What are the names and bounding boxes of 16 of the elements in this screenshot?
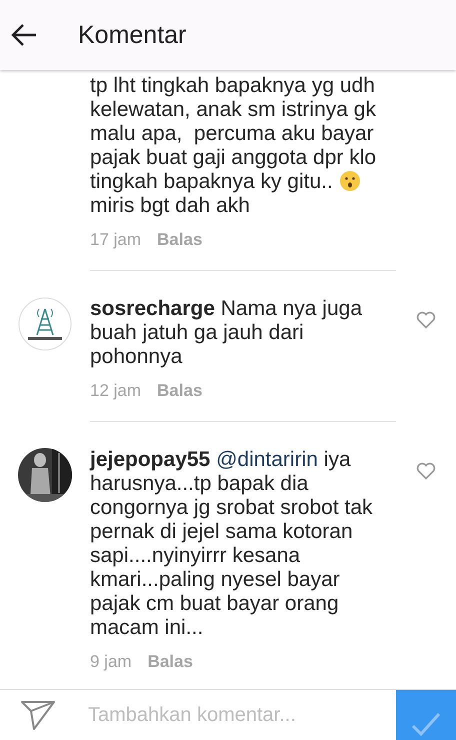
comment-text: tp lht tingkah bapaknya yg udh kelewatan, anak sm istrinya gk malu apa, percuma aku bayar pajak buat gaji anggota dpr klo tingkah bapaknya ky gitu.. miris bgt dah akh xyxy=(90,74,378,218)
username-link[interactable]: jejepopay55 xyxy=(90,448,210,471)
comment-time: 12 jam xyxy=(90,381,142,401)
post-button[interactable] xyxy=(396,690,456,740)
heart-icon[interactable] xyxy=(416,462,436,480)
send-icon[interactable] xyxy=(20,699,56,731)
emoji-icon xyxy=(338,170,361,192)
comment-time: 9 jam xyxy=(90,652,132,672)
check-icon xyxy=(410,710,442,736)
comment-text: sosrecharge Nama nya juga buah jatuh ga jauh dari pohonnya xyxy=(90,297,363,369)
page-title: Komentar xyxy=(78,20,186,50)
username-link[interactable]: sosrecharge xyxy=(90,297,215,320)
heart-icon[interactable] xyxy=(416,311,436,329)
mention-link[interactable]: @dintaririn xyxy=(216,448,318,471)
comment-time: 17 jam xyxy=(90,230,142,250)
comment-text: jejepopay55 @dintaririn iya harusnya...tp bapak dia congornya jg srobat srobot tak pernak di jejel sama kotoran sapi....nyinyirrr kesana kmari...paling nyesel bayar pajak cm buat bayar orang macam ini... xyxy=(90,448,374,640)
